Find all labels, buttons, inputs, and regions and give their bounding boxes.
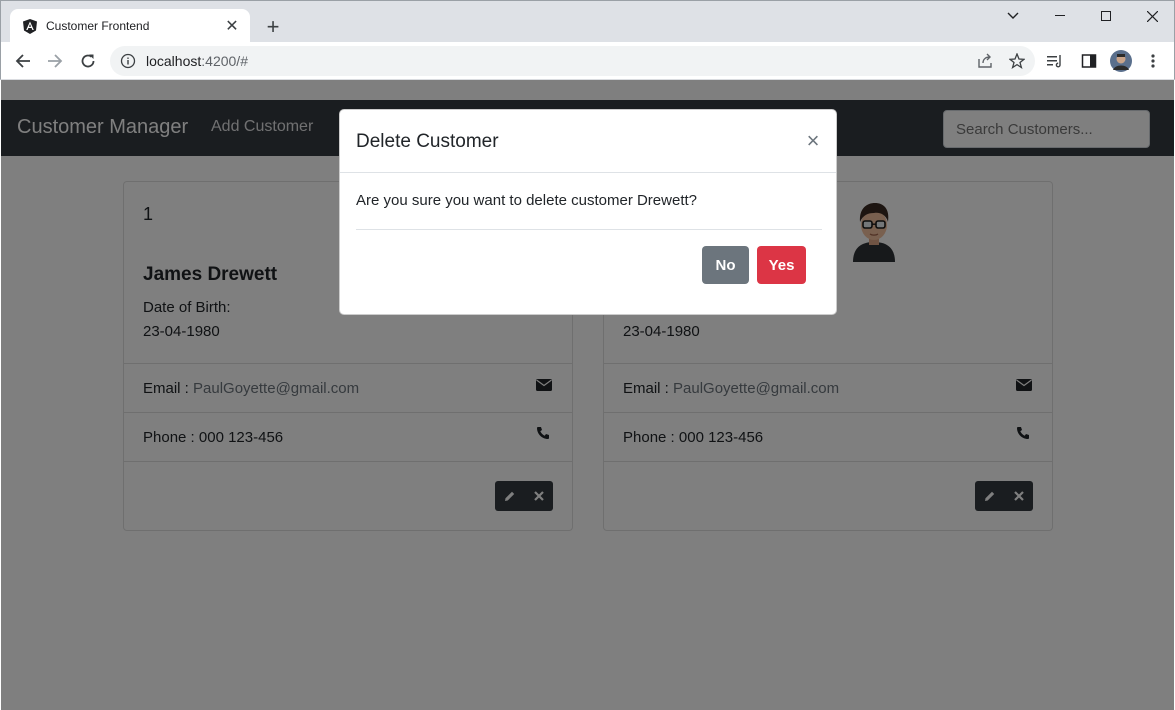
url-host: localhost [146,53,202,69]
no-button[interactable]: No [702,246,749,284]
reload-icon[interactable] [74,47,102,75]
address-bar[interactable]: localhost:4200/# [110,46,1035,76]
browser-toolbar: localhost:4200/# [0,42,1175,80]
side-panel-icon[interactable] [1077,49,1101,73]
minimize-icon[interactable] [1037,1,1083,31]
url-text: localhost:4200/# [146,53,248,69]
share-icon[interactable] [973,49,997,73]
bookmark-star-icon[interactable] [1005,49,1029,73]
url-path: :4200/# [201,53,248,69]
reading-list-icon[interactable] [1043,49,1067,73]
tab-title: Customer Frontend [46,19,150,33]
new-tab-icon[interactable]: + [259,13,287,41]
yes-button[interactable]: Yes [757,246,806,284]
delete-customer-modal: Delete Customer × Are you sure you want … [339,109,837,315]
modal-divider [356,229,822,230]
modal-close-icon[interactable]: × [802,128,824,153]
maximize-icon[interactable] [1083,1,1129,31]
angular-icon [22,18,38,34]
close-window-icon[interactable] [1129,1,1175,31]
back-icon[interactable] [9,47,37,75]
tab-close-icon[interactable]: ✕ [220,14,244,38]
modal-title: Delete Customer [356,131,499,152]
modal-header-divider [340,172,836,173]
profile-avatar[interactable] [1109,49,1133,73]
forward-icon[interactable] [41,47,69,75]
browser-tab[interactable]: Customer Frontend ✕ [10,9,250,43]
info-icon[interactable] [120,53,136,69]
browser-tab-bar: Customer Frontend ✕ + [0,0,1175,43]
tab-search-icon[interactable] [990,1,1036,31]
modal-message: Are you sure you want to delete customer… [356,192,698,209]
menu-kebab-icon[interactable] [1141,49,1165,73]
